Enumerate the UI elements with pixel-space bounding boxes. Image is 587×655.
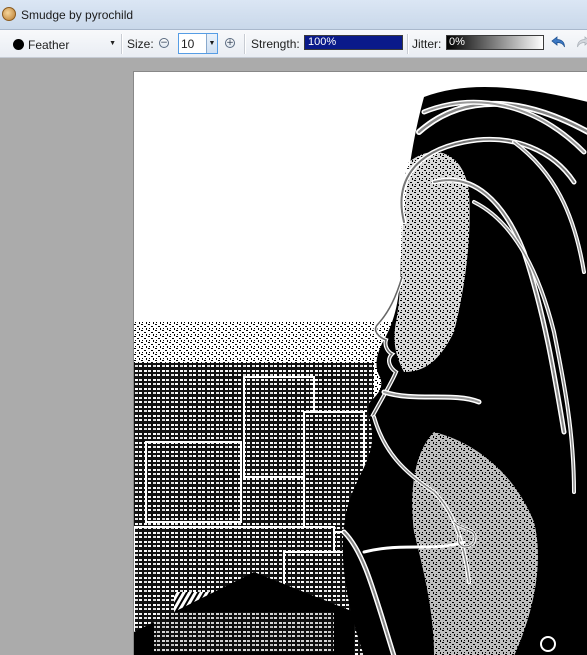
strength-label: Strength: bbox=[251, 37, 300, 51]
brush-label: Feather bbox=[28, 38, 70, 52]
title-bar: Smudge by pyrochild bbox=[0, 0, 587, 30]
toolbar-divider bbox=[407, 34, 409, 54]
size-decrease-button[interactable]: − bbox=[159, 38, 169, 48]
brush-select[interactable]: Feather ▼ bbox=[10, 35, 118, 53]
redo-icon[interactable] bbox=[575, 35, 587, 49]
toolbar-divider bbox=[121, 34, 123, 54]
jitter-value: 0% bbox=[449, 36, 465, 48]
artwork bbox=[134, 72, 587, 655]
image-canvas[interactable] bbox=[133, 71, 587, 655]
strength-slider[interactable]: 100% bbox=[304, 35, 403, 50]
jitter-label: Jitter: bbox=[412, 37, 442, 51]
size-label: Size: bbox=[127, 37, 154, 51]
size-value[interactable]: 10 bbox=[181, 37, 194, 51]
jitter-slider[interactable]: 0% bbox=[446, 35, 544, 50]
strength-value: 100% bbox=[308, 36, 337, 48]
chevron-down-icon: ▼ bbox=[109, 40, 116, 47]
size-dropdown-button[interactable]: ▼ bbox=[206, 34, 217, 53]
toolbar-divider bbox=[244, 34, 246, 54]
round-brush-icon bbox=[13, 39, 24, 50]
undo-icon[interactable] bbox=[551, 35, 567, 49]
window-title: Smudge by pyrochild bbox=[21, 8, 134, 22]
size-combobox[interactable]: 10 ▼ bbox=[178, 33, 218, 54]
size-increase-button[interactable]: + bbox=[225, 38, 235, 48]
smudge-app-icon bbox=[2, 7, 16, 21]
